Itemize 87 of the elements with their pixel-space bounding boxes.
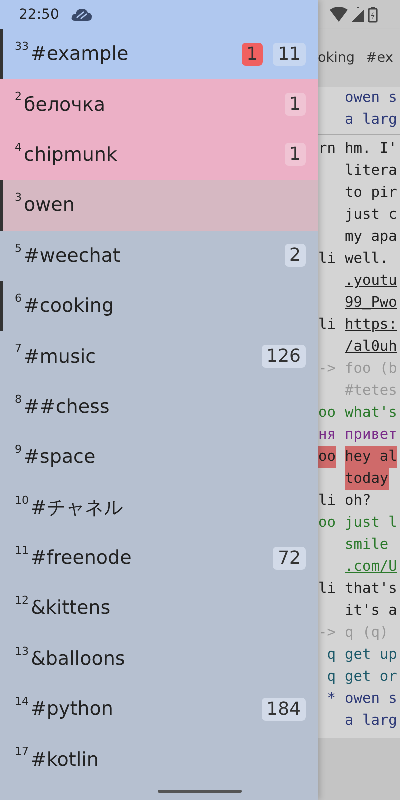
buffer-name: owen: [24, 194, 75, 216]
buffer-name: chipmunk: [24, 144, 118, 166]
buffer-name: #weechat: [24, 244, 120, 267]
message-text: a larg: [345, 111, 398, 130]
nick-label: ня: [318, 426, 336, 445]
message-text: litera: [345, 162, 398, 181]
buffer-name: белочка: [24, 94, 106, 116]
unread-count-badge: 2: [284, 244, 306, 268]
message-text: hey al: [345, 446, 398, 468]
buffer-number: 7: [15, 342, 22, 356]
buffer-name: #cooking: [24, 295, 114, 318]
nick-label: oo: [318, 404, 336, 423]
message-text: owen s: [345, 690, 398, 709]
message-text: oh?: [345, 492, 372, 511]
buffer-name: #freenode: [31, 547, 132, 570]
buffer-number: 11: [15, 544, 29, 557]
nick-label: rn: [318, 140, 336, 159]
nick-label: *: [326, 690, 336, 709]
message-text: привет: [345, 426, 398, 445]
buffer-number: 33: [15, 40, 29, 53]
cloud-icon: [71, 8, 94, 22]
message-text: owen s: [345, 89, 398, 108]
unread-count-badge: 72: [273, 546, 306, 570]
message-text: a larg: [345, 712, 398, 731]
nick-label: oo: [318, 514, 336, 533]
nick-label: li: [318, 250, 336, 269]
buffer-name: &kittens: [31, 597, 111, 620]
buffer-number: 4: [15, 140, 22, 154]
message-text: q (q): [345, 624, 389, 643]
nick-label: li: [318, 580, 336, 599]
buffer-name: #music: [24, 346, 96, 368]
message-text: #tetes: [345, 382, 398, 401]
buffer-name: #space: [24, 446, 96, 468]
buffer-number: 13: [15, 644, 29, 658]
buffer-number: 14: [15, 695, 29, 708]
tab[interactable]: #ex: [366, 50, 394, 66]
nick-label: oo: [318, 446, 336, 468]
message-text: hm. I': [345, 140, 398, 159]
message-link[interactable]: https:: [345, 314, 398, 336]
unread-count-badge: 1: [284, 93, 306, 116]
message-text: to pir: [345, 184, 398, 203]
buffer-number: 12: [15, 594, 29, 608]
message-text: smile: [345, 536, 389, 555]
message-text: what's: [345, 404, 398, 423]
message-link[interactable]: 99_Pwo: [345, 292, 398, 314]
nick-label: q: [326, 668, 336, 687]
buffer-name: #example: [31, 43, 129, 66]
highlight-count-badge: 1: [242, 42, 264, 66]
buffer-number: 3: [15, 191, 22, 204]
buffer-number: 6: [15, 292, 22, 305]
buffer-name: #kotlin: [31, 748, 99, 771]
nick-label: ->: [318, 624, 336, 643]
status-time: 22:50: [19, 6, 60, 22]
message-text: just c: [345, 206, 398, 225]
nick-label: q: [326, 646, 336, 665]
message-text: foo (b: [345, 360, 398, 379]
buffer-number: 5: [15, 242, 22, 255]
message-text: get or: [345, 668, 398, 687]
buffer-name: #チャネル: [31, 496, 123, 521]
buffer-name: #python: [31, 698, 114, 720]
message-link[interactable]: /al0uh: [345, 336, 398, 358]
message-text: just l: [345, 514, 398, 533]
message-text: my apa: [345, 228, 398, 247]
buffer-number: 9: [15, 443, 22, 456]
message-text: that's: [345, 580, 398, 599]
unread-count-badge: 126: [262, 345, 306, 368]
buffer-number: 10: [15, 494, 29, 507]
message-text: it's a: [345, 602, 398, 621]
buffer-number: 2: [15, 90, 22, 104]
nick-label: ->: [318, 360, 336, 379]
message-text: well.: [345, 250, 389, 269]
unread-count-badge: 11: [273, 42, 306, 66]
message-text: today: [345, 468, 389, 490]
unread-count-badge: 184: [262, 698, 306, 721]
message-link[interactable]: .com/U: [345, 556, 398, 578]
navigation-handle[interactable]: [158, 790, 242, 793]
buffer-number: 17: [15, 745, 29, 758]
buffer-number: 8: [15, 392, 22, 406]
message-link[interactable]: .youtu: [345, 270, 398, 292]
tab[interactable]: oking: [318, 50, 355, 66]
buffer-name: ##chess: [24, 396, 110, 418]
message-text: get up: [345, 646, 398, 665]
nick-label: li: [318, 492, 336, 511]
unread-count-badge: 1: [284, 143, 306, 166]
nick-label: li: [318, 316, 336, 335]
buffer-name: &balloons: [31, 648, 126, 670]
status-icons-drawing: [330, 6, 378, 24]
